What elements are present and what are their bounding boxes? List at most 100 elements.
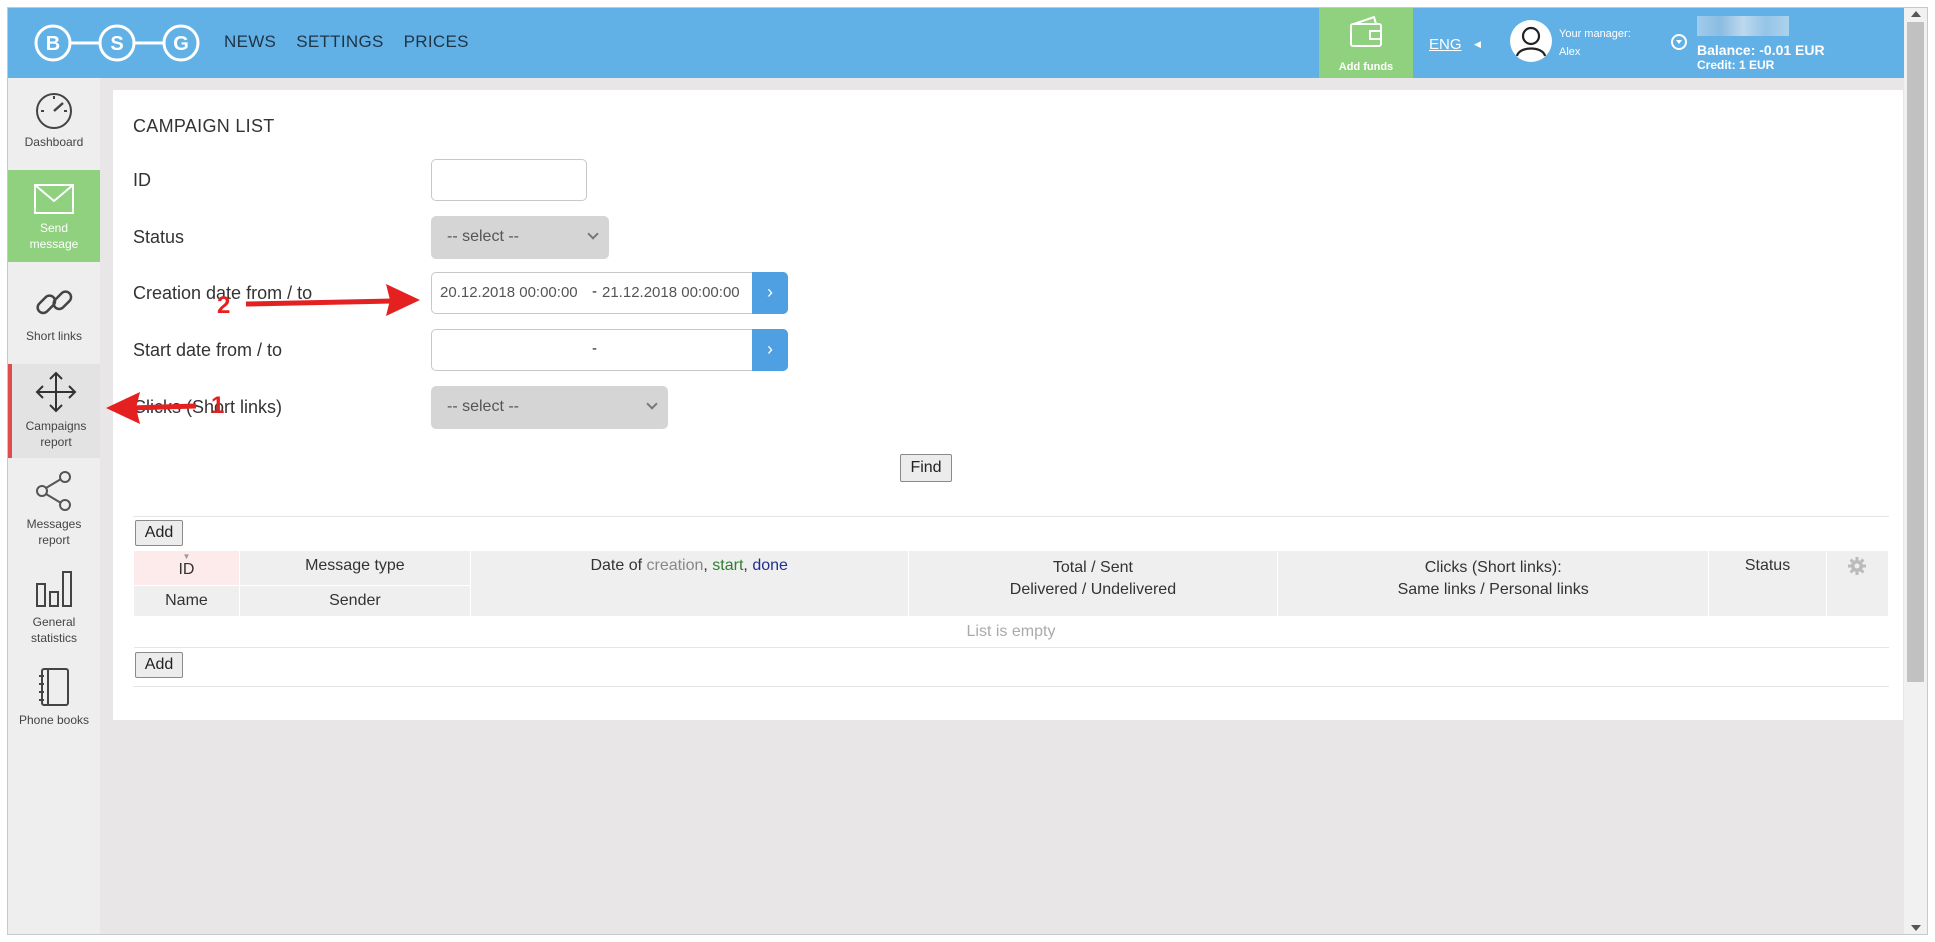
sidebar-item-general-statistics[interactable]: General statistics: [8, 560, 100, 656]
sidebar: Dashboard Send message Short links Campa…: [8, 78, 100, 934]
status-label: Status: [133, 227, 185, 247]
id-input[interactable]: [431, 159, 587, 201]
table-row-empty: List is empty: [133, 616, 1889, 648]
sidebar-item-campaigns-report[interactable]: Campaigns report: [8, 364, 100, 458]
column-header-name[interactable]: Name: [133, 585, 240, 617]
language-selector[interactable]: ENG: [1429, 36, 1462, 53]
start-date-label: Start date from / to: [133, 340, 283, 360]
add-funds-button[interactable]: Add funds: [1319, 8, 1413, 78]
creation-date-to[interactable]: 21.12.2018 00:00:00: [602, 284, 740, 301]
column-header-message-type[interactable]: Message type: [238, 550, 471, 586]
link-icon: [36, 290, 73, 315]
vertical-scrollbar[interactable]: [1904, 8, 1927, 934]
date-col-comma: ,: [703, 557, 713, 574]
chevron-right-icon: ›: [767, 282, 773, 302]
sidebar-item-label: Phone books: [18, 713, 90, 727]
find-button[interactable]: Find: [900, 454, 952, 482]
column-header-sender[interactable]: Sender: [238, 585, 471, 617]
manager-name: Alex: [1559, 46, 1581, 58]
total-col-line1: Total / Sent: [1052, 559, 1133, 576]
column-header-id[interactable]: ▼ ID: [133, 550, 240, 586]
start-date-apply-button[interactable]: ›: [752, 329, 788, 371]
chevron-right-icon: ›: [767, 339, 773, 359]
nav-prices[interactable]: PRICES: [404, 32, 469, 52]
add-button-bottom[interactable]: Add: [135, 652, 183, 678]
gauge-icon: [36, 93, 72, 129]
gear-icon[interactable]: [1848, 557, 1867, 575]
scroll-up-icon[interactable]: [1911, 11, 1921, 17]
creation-date-range[interactable]: 20.12.2018 00:00:00 - 21.12.2018 00:00:0…: [431, 272, 788, 314]
column-header-dates[interactable]: Date of creation, start, done: [469, 550, 909, 617]
sidebar-item-label: Send message: [29, 221, 79, 251]
clicks-col-line2: Same links / Personal links: [1397, 581, 1589, 598]
status-select-value: -- select --: [447, 228, 519, 245]
date-separator: -: [592, 283, 597, 300]
browser-window: B S G NEWS SETTINGS PRICES Add funds ENG…: [7, 7, 1928, 935]
empty-message: List is empty: [133, 616, 1889, 648]
creation-date-apply-button[interactable]: ›: [752, 272, 788, 314]
chevron-down-icon: [587, 228, 599, 240]
clicks-select[interactable]: -- select --: [431, 386, 668, 429]
main-nav: NEWS SETTINGS PRICES: [224, 32, 469, 52]
scroll-thumb[interactable]: [1907, 22, 1924, 682]
date-col-creation: creation: [646, 557, 704, 574]
add-button-top[interactable]: Add: [135, 520, 183, 546]
divider: [133, 686, 1889, 687]
main-panel: CAMPAIGN LIST ID Status -- select -- Cre…: [113, 90, 1903, 720]
start-date-range[interactable]: - ›: [431, 329, 788, 371]
sidebar-item-phone-books[interactable]: Phone books: [8, 658, 100, 738]
date-separator: -: [592, 340, 597, 357]
sort-caret-icon: ▼: [182, 552, 191, 561]
column-header-status[interactable]: Status: [1708, 550, 1827, 617]
wallet-icon: [1350, 15, 1382, 47]
bsg-logo[interactable]: B S G: [30, 20, 205, 66]
account-name-redacted: [1697, 16, 1789, 36]
bar-chart-icon: [36, 571, 72, 607]
date-col-done: done: [752, 557, 788, 574]
campaign-table: ▼ ID Message type Date of creation, star…: [133, 550, 1890, 648]
logo-letter: G: [173, 33, 189, 55]
envelope-icon: [34, 184, 74, 214]
date-col-start: start: [712, 557, 744, 574]
balance-value: Balance: -0.01 EUR: [1697, 42, 1825, 58]
sidebar-item-messages-report[interactable]: Messages report: [8, 462, 100, 558]
sidebar-item-send-message[interactable]: Send message: [8, 170, 100, 262]
nav-news[interactable]: NEWS: [224, 32, 276, 52]
divider: [133, 516, 1889, 517]
clicks-label: Clicks (Short links): [133, 397, 283, 417]
manager-avatar: [1510, 20, 1552, 62]
annotation-number-1: 1: [211, 392, 225, 419]
share-icon: [36, 471, 71, 511]
chevron-down-icon: [646, 398, 658, 410]
column-header-clicks[interactable]: Clicks (Short links): Same links / Perso…: [1277, 550, 1710, 617]
sidebar-item-label: Short links: [25, 329, 83, 343]
creation-date-from[interactable]: 20.12.2018 00:00:00: [440, 284, 578, 301]
move-arrows-icon: [35, 371, 77, 413]
date-col-comma: ,: [743, 557, 753, 574]
column-header-label: ID: [178, 561, 195, 578]
sidebar-item-short-links[interactable]: Short links: [8, 282, 100, 358]
page-title: CAMPAIGN LIST: [133, 116, 275, 136]
user-icon: [1515, 26, 1547, 57]
date-col-prefix: Date of: [590, 557, 647, 574]
id-label: ID: [133, 170, 151, 190]
annotation-number-2: 2: [217, 292, 231, 319]
sidebar-item-label: Messages report: [26, 517, 82, 547]
chevron-down-icon[interactable]: [1671, 34, 1687, 50]
logo-letter: B: [46, 33, 60, 55]
status-select[interactable]: -- select --: [431, 216, 609, 259]
manager-info: Your manager: Alex: [1559, 25, 1631, 61]
clicks-col-line1: Clicks (Short links):: [1424, 559, 1562, 576]
column-header-total[interactable]: Total / Sent Delivered / Undelivered: [907, 550, 1279, 617]
logo-letter: S: [110, 33, 123, 55]
add-funds-label: Add funds: [1338, 61, 1394, 73]
total-col-line2: Delivered / Undelivered: [1009, 581, 1177, 598]
nav-settings[interactable]: SETTINGS: [296, 32, 383, 52]
column-settings[interactable]: [1825, 550, 1890, 617]
top-bar: B S G NEWS SETTINGS PRICES Add funds ENG…: [8, 8, 1904, 78]
sidebar-item-label: Campaigns report: [25, 419, 87, 449]
sidebar-item-dashboard[interactable]: Dashboard: [8, 90, 100, 164]
sidebar-item-label: General statistics: [30, 615, 77, 645]
sidebar-item-label: Dashboard: [24, 135, 84, 149]
scroll-down-icon[interactable]: [1911, 925, 1921, 931]
